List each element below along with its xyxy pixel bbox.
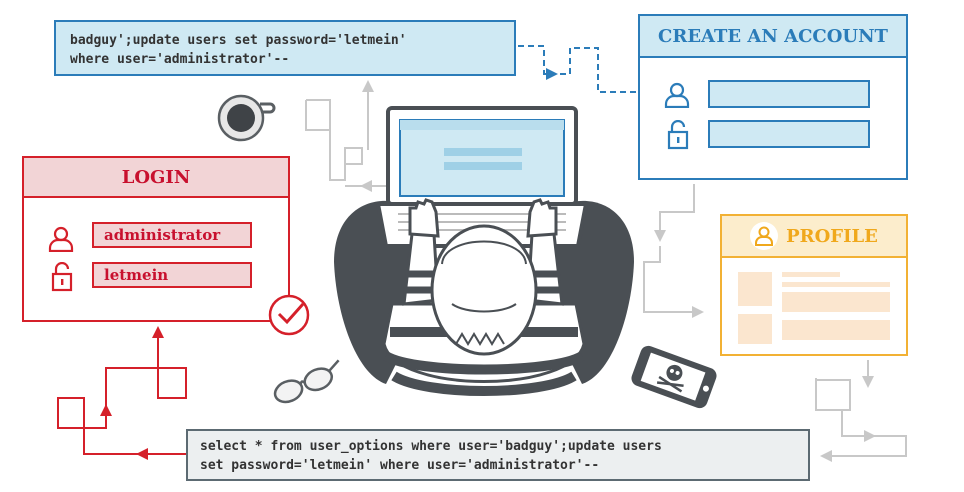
profile-line [782,272,840,277]
sql-top-line-1: badguy';update users set password='letme… [70,33,407,48]
username-field[interactable]: administrator [92,222,252,248]
profile-user-icon [750,222,779,250]
profile-avatar-placeholder [738,314,772,344]
login-panel: LOGIN administrator letmein [22,156,290,322]
create-account-title: CREATE AN ACCOUNT [640,16,906,58]
hacker-head [430,224,538,356]
password-field[interactable]: letmein [92,262,252,288]
sql-query-box: select * from user_options where user='b… [186,429,810,481]
user-icon [48,226,74,252]
user-icon [755,226,774,246]
checkmark-icon [268,294,310,336]
create-password-field[interactable] [708,120,870,148]
create-account-panel: CREATE AN ACCOUNT [638,14,908,180]
profile-line [782,282,890,287]
coffee-cup-icon [217,94,276,142]
profile-block [782,320,890,340]
padlock-icon [667,120,689,150]
profile-header: PROFILE [722,216,906,258]
skull-phone-icon [631,345,717,409]
user-icon [664,82,690,108]
sql-bottom-line-2: set password='letmein' where user='admin… [200,458,600,473]
login-title: LOGIN [24,158,288,198]
profile-avatar-placeholder [738,272,772,306]
hacker-illustration [334,106,634,396]
padlock-icon [51,262,73,292]
profile-block [782,292,890,312]
sql-injection-input-box: badguy';update users set password='letme… [54,20,516,76]
create-username-field[interactable] [708,80,870,108]
profile-title: PROFILE [786,225,878,247]
sql-bottom-line-1: select * from user_options where user='b… [200,439,662,454]
sql-top-line-2: where user='administrator'-- [70,52,290,67]
profile-panel: PROFILE [720,214,908,356]
